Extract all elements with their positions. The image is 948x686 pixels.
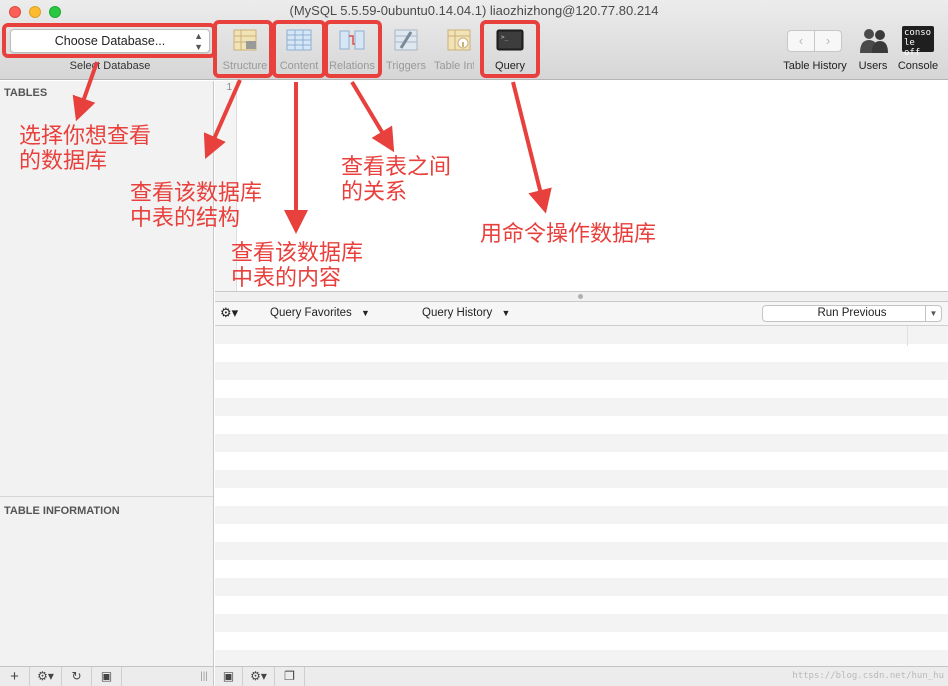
annotation-line: 查看该数据库 [231,241,364,266]
annotation-query: 用命令操作数据库 [480,222,656,247]
table-row [215,470,948,488]
tab-triggers[interactable]: Triggers [383,26,429,72]
chevron-down-icon: ▼ [501,308,511,318]
table-info-icon [444,26,474,54]
triggers-icon [391,26,421,54]
table-row [215,596,948,614]
table-history-button[interactable]: Table History [777,26,853,72]
tab-triggers-label: Triggers [386,60,426,72]
table-row [215,488,948,506]
highlight-content [272,20,326,78]
table-row [215,434,948,452]
query-history-button[interactable]: Query History ▼ [422,307,510,319]
window-title: (MySQL 5.5.59-0ubuntu0.14.04.1) liaozhiz… [289,3,659,18]
query-favorites-label: Query Favorites [270,307,352,319]
copy-results-icon[interactable]: ❐ [275,667,305,686]
annotation-line: 查看该数据库 [130,181,263,206]
console-label: Console [897,60,939,72]
annotation-relations: 查看表之间 的关系 [341,155,451,205]
tables-header: TABLES [4,87,48,99]
resize-handle-icon[interactable]: ||| [196,667,212,686]
table-row [215,416,948,434]
users-icon [858,26,888,54]
results-footer: ▣ ⚙▾ ❐ https://blog.csdn.net/hun_hu [215,666,948,686]
watermark: https://blog.csdn.net/hun_hu [792,671,944,681]
table-row [215,452,948,470]
annotation-line: 用命令操作数据库 [480,222,657,247]
console-icon: conso le off [902,26,934,58]
query-history-label: Query History [422,307,493,319]
annotation-select-database: 选择你想查看 的数据库 [19,124,151,174]
results-table[interactable] [215,326,948,666]
editor-results-splitter[interactable] [215,291,948,302]
annotation-line: 的数据库 [19,149,108,174]
table-row [215,398,948,416]
table-row [215,614,948,632]
sidebar-divider[interactable] [0,496,213,497]
query-bar: ⚙▾ Query Favorites ▼ Query History ▼ Run… [215,302,948,326]
toggle-panel-icon[interactable]: ▣ [215,667,243,686]
tab-table-info-label: Table Info [434,60,474,72]
sidebar-footer: + ⚙▾ ↻ ▣ ||| [0,666,214,686]
console-button[interactable]: conso le off Console [896,26,940,72]
table-history-label: Table History [783,60,847,72]
table-row [215,362,948,380]
database-select-caption: Select Database [69,60,151,72]
highlight-structure [213,20,273,78]
gear-menu-icon[interactable]: ⚙▾ [243,667,275,686]
annotation-line: 选择你想查看 [19,124,152,149]
annotation-line: 中表的结构 [130,206,241,231]
highlight-database-select [2,23,216,58]
annotation-line: 查看表之间 [341,155,452,180]
highlight-relations [324,20,382,78]
console-badge-top: conso [904,28,932,38]
annotation-line: 中表的内容 [231,266,342,291]
run-previous-label: Run Previous [817,307,887,319]
console-badge-bottom: le off [904,38,921,58]
annotation-structure: 查看该数据库 中表的结构 [130,181,262,231]
table-row [215,524,948,542]
run-previous-dropdown-icon[interactable]: ▼ [925,306,941,321]
table-row [215,578,948,596]
highlight-query [480,20,540,78]
gear-menu-icon[interactable]: ⚙▾ [30,667,62,686]
table-information-header: TABLE INFORMATION [4,505,120,517]
run-previous-button[interactable]: Run Previous ▼ [762,305,942,322]
line-number: 1 [226,82,232,93]
users-label: Users [858,60,888,72]
splitter-handle-icon[interactable] [578,294,583,299]
annotation-line: 的关系 [341,180,408,205]
add-table-button[interactable]: + [0,667,30,686]
table-row [215,560,948,578]
table-row [215,650,948,666]
gear-menu-icon[interactable]: ⚙▾ [220,305,238,321]
tab-table-info[interactable]: Table Info [434,26,484,72]
table-row [215,542,948,560]
table-row [215,344,948,362]
table-row [215,326,948,344]
chevron-down-icon: ▼ [361,308,370,318]
filter-tables-icon[interactable]: ▣ [92,667,122,686]
users-button[interactable]: Users [855,26,891,72]
query-favorites-button[interactable]: Query Favorites ▼ [270,307,370,319]
table-row [215,506,948,524]
refresh-icon[interactable]: ↻ [62,667,92,686]
table-row [215,632,948,650]
table-row [215,380,948,398]
column-divider[interactable] [907,326,908,346]
annotation-content: 查看该数据库 中表的内容 [231,241,363,291]
